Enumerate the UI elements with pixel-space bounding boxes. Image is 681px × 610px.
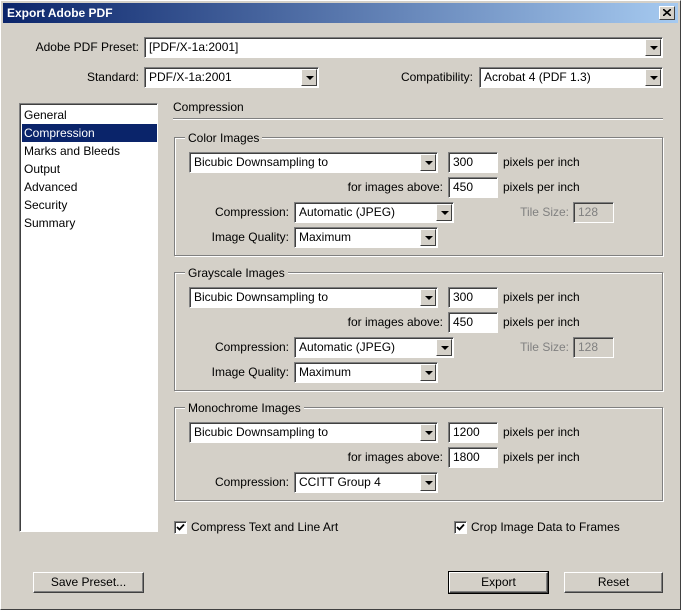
mono-compression-dropdown[interactable]: CCITT Group 4 [294,472,438,493]
grayscale-images-title: Grayscale Images [185,266,288,280]
chevron-down-icon[interactable] [420,474,436,491]
gray-tile-label: Tile Size: [520,340,569,354]
category-list[interactable]: General Compression Marks and Bleeds Out… [19,103,158,532]
color-quality-value: Maximum [299,230,352,244]
compatibility-value: Acrobat 4 (PDF 1.3) [484,70,591,84]
crop-image-checkbox[interactable] [454,521,467,534]
chevron-down-icon[interactable] [420,229,436,246]
chevron-down-icon[interactable] [645,69,661,86]
save-preset-button[interactable]: Save Preset... [33,572,144,593]
mono-ppi-input[interactable]: 1200 [448,422,498,443]
mono-compression-label: Compression: [214,475,289,489]
compress-text-label[interactable]: Compress Text and Line Art [191,519,338,535]
mono-ppi-value: 1200 [453,425,480,439]
gray-ppi-label: pixels per inch [503,290,580,304]
mono-above-label: for images above: [347,450,443,464]
chevron-down-icon[interactable] [420,289,436,306]
color-ppi-label: pixels per inch [503,155,580,169]
checkmark-icon [456,523,465,531]
chevron-down-icon[interactable] [420,424,436,441]
sidebar-item-output[interactable]: Output [22,160,157,178]
color-tile-value: 128 [578,205,599,219]
color-ppi-value: 300 [453,155,474,169]
color-compression-value: Automatic (JPEG) [299,205,396,219]
gray-compression-label: Compression: [214,340,289,354]
preset-dropdown[interactable]: [PDF/X-1a:2001] [144,37,663,58]
compatibility-dropdown[interactable]: Acrobat 4 (PDF 1.3) [479,67,663,88]
preset-label: Adobe PDF Preset: [35,40,139,54]
color-downsample-dropdown[interactable]: Bicubic Downsampling to [189,152,438,173]
gray-downsample-value: Bicubic Downsampling to [194,290,329,304]
section-title: Compression [173,100,244,114]
gray-quality-value: Maximum [299,365,352,379]
gray-ppi-value: 300 [453,290,474,304]
gray-compression-value: Automatic (JPEG) [299,340,396,354]
export-pdf-dialog: Export Adobe PDF Adobe PDF Preset: [PDF/… [0,0,681,610]
crop-image-label[interactable]: Crop Image Data to Frames [471,519,620,535]
color-images-title: Color Images [185,131,263,145]
gray-quality-dropdown[interactable]: Maximum [294,362,438,383]
gray-downsample-dropdown[interactable]: Bicubic Downsampling to [189,287,438,308]
color-tile-input: 128 [573,202,614,223]
color-ppi-input[interactable]: 300 [448,152,498,173]
monochrome-images-title: Monochrome Images [185,401,304,415]
color-quality-label: Image Quality: [211,230,289,244]
color-compression-dropdown[interactable]: Automatic (JPEG) [294,202,454,223]
color-downsample-value: Bicubic Downsampling to [194,155,329,169]
color-above-input[interactable]: 450 [448,177,498,198]
chevron-down-icon[interactable] [420,154,436,171]
gray-ppi-input[interactable]: 300 [448,287,498,308]
sidebar-item-advanced[interactable]: Advanced [22,178,157,196]
gray-above-label: for images above: [347,315,443,329]
window-title: Export Adobe PDF [7,6,113,20]
sidebar-item-compression[interactable]: Compression [22,124,157,142]
mono-ppi-label: pixels per inch [503,425,580,439]
color-above-unit: pixels per inch [503,180,580,194]
standard-dropdown[interactable]: PDF/X-1a:2001 [144,67,319,88]
standard-label: Standard: [86,70,139,84]
section-divider [173,118,663,120]
compatibility-label: Compatibility: [400,70,473,84]
close-icon [663,9,671,16]
sidebar-item-general[interactable]: General [22,106,157,124]
color-quality-dropdown[interactable]: Maximum [294,227,438,248]
mono-above-unit: pixels per inch [503,450,580,464]
gray-above-value: 450 [453,315,474,329]
gray-above-unit: pixels per inch [503,315,580,329]
chevron-down-icon[interactable] [301,69,317,86]
preset-value: [PDF/X-1a:2001] [149,40,239,54]
close-button[interactable] [659,6,675,20]
sidebar-item-summary[interactable]: Summary [22,214,157,232]
standard-value: PDF/X-1a:2001 [149,70,232,84]
gray-tile-value: 128 [578,340,599,354]
gray-tile-input: 128 [573,337,614,358]
color-above-value: 450 [453,180,474,194]
gray-above-input[interactable]: 450 [448,312,498,333]
color-compression-label: Compression: [214,205,289,219]
checkmark-icon [176,523,185,531]
mono-downsample-dropdown[interactable]: Bicubic Downsampling to [189,422,438,443]
mono-above-input[interactable]: 1800 [448,447,498,468]
mono-downsample-value: Bicubic Downsampling to [194,425,329,439]
export-button[interactable]: Export [448,571,549,594]
color-tile-label: Tile Size: [520,205,569,219]
chevron-down-icon[interactable] [420,364,436,381]
gray-compression-dropdown[interactable]: Automatic (JPEG) [294,337,454,358]
color-above-label: for images above: [347,180,443,194]
gray-quality-label: Image Quality: [211,365,289,379]
compress-text-checkbox[interactable] [174,521,187,534]
mono-above-value: 1800 [453,450,480,464]
title-bar[interactable]: Export Adobe PDF [3,3,678,23]
chevron-down-icon[interactable] [436,204,452,221]
reset-button[interactable]: Reset [564,572,663,593]
mono-compression-value: CCITT Group 4 [299,475,381,489]
sidebar-item-security[interactable]: Security [22,196,157,214]
chevron-down-icon[interactable] [645,39,661,56]
sidebar-item-marks-and-bleeds[interactable]: Marks and Bleeds [22,142,157,160]
chevron-down-icon[interactable] [436,339,452,356]
